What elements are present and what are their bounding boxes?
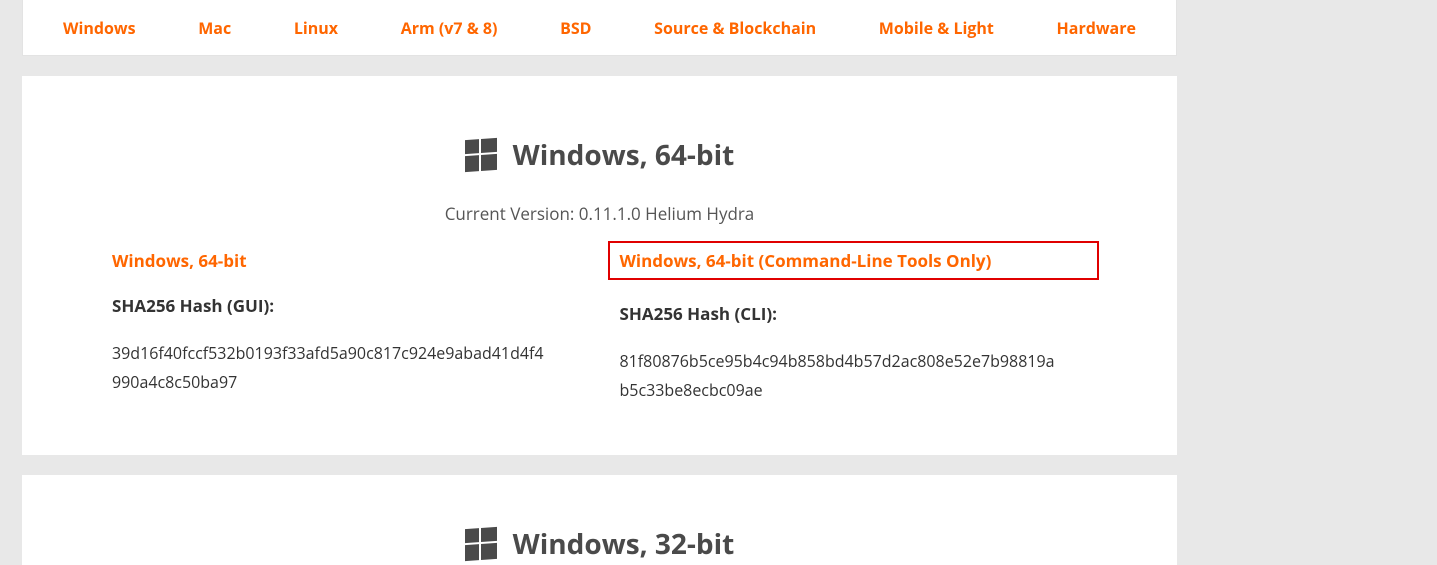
windows-icon bbox=[465, 526, 497, 560]
tab-windows[interactable]: Windows bbox=[63, 17, 136, 39]
card-title: Windows, 64-bit bbox=[513, 136, 735, 174]
tab-source-blockchain[interactable]: Source & Blockchain bbox=[654, 17, 816, 39]
card-title: Windows, 32-bit bbox=[513, 525, 735, 563]
tab-mac[interactable]: Mac bbox=[198, 17, 231, 39]
highlight-box: Windows, 64-bit (Command-Line Tools Only… bbox=[608, 241, 1100, 280]
cli-column: Windows, 64-bit (Command-Line Tools Only… bbox=[620, 249, 1088, 405]
windows-icon bbox=[465, 138, 497, 172]
hash-label-cli: SHA256 Hash (CLI): bbox=[620, 302, 1088, 325]
tab-linux[interactable]: Linux bbox=[294, 17, 338, 39]
tab-mobile-light[interactable]: Mobile & Light bbox=[879, 17, 994, 39]
download-link-cli[interactable]: Windows, 64-bit (Command-Line Tools Only… bbox=[620, 249, 992, 272]
hash-label-gui: SHA256 Hash (GUI): bbox=[112, 294, 580, 317]
download-card-win64: Windows, 64-bit Current Version: 0.11.1.… bbox=[22, 76, 1177, 455]
tab-bsd[interactable]: BSD bbox=[560, 17, 591, 39]
tab-arm[interactable]: Arm (v7 & 8) bbox=[401, 17, 498, 39]
gui-column: Windows, 64-bit SHA256 Hash (GUI): 39d16… bbox=[112, 249, 580, 405]
hash-value-gui: 39d16f40fccf532b0193f33afd5a90c817c924e9… bbox=[112, 339, 552, 397]
hash-value-cli: 81f80876b5ce95b4c94b858bd4b57d2ac808e52e… bbox=[620, 347, 1060, 405]
tab-hardware[interactable]: Hardware bbox=[1057, 17, 1136, 39]
download-link-gui[interactable]: Windows, 64-bit bbox=[112, 249, 247, 272]
platform-tabs: Windows Mac Linux Arm (v7 & 8) BSD Sourc… bbox=[22, 0, 1177, 56]
download-card-win32: Windows, 32-bit bbox=[22, 475, 1177, 565]
version-text: Current Version: 0.11.1.0 Helium Hydra bbox=[112, 202, 1087, 225]
